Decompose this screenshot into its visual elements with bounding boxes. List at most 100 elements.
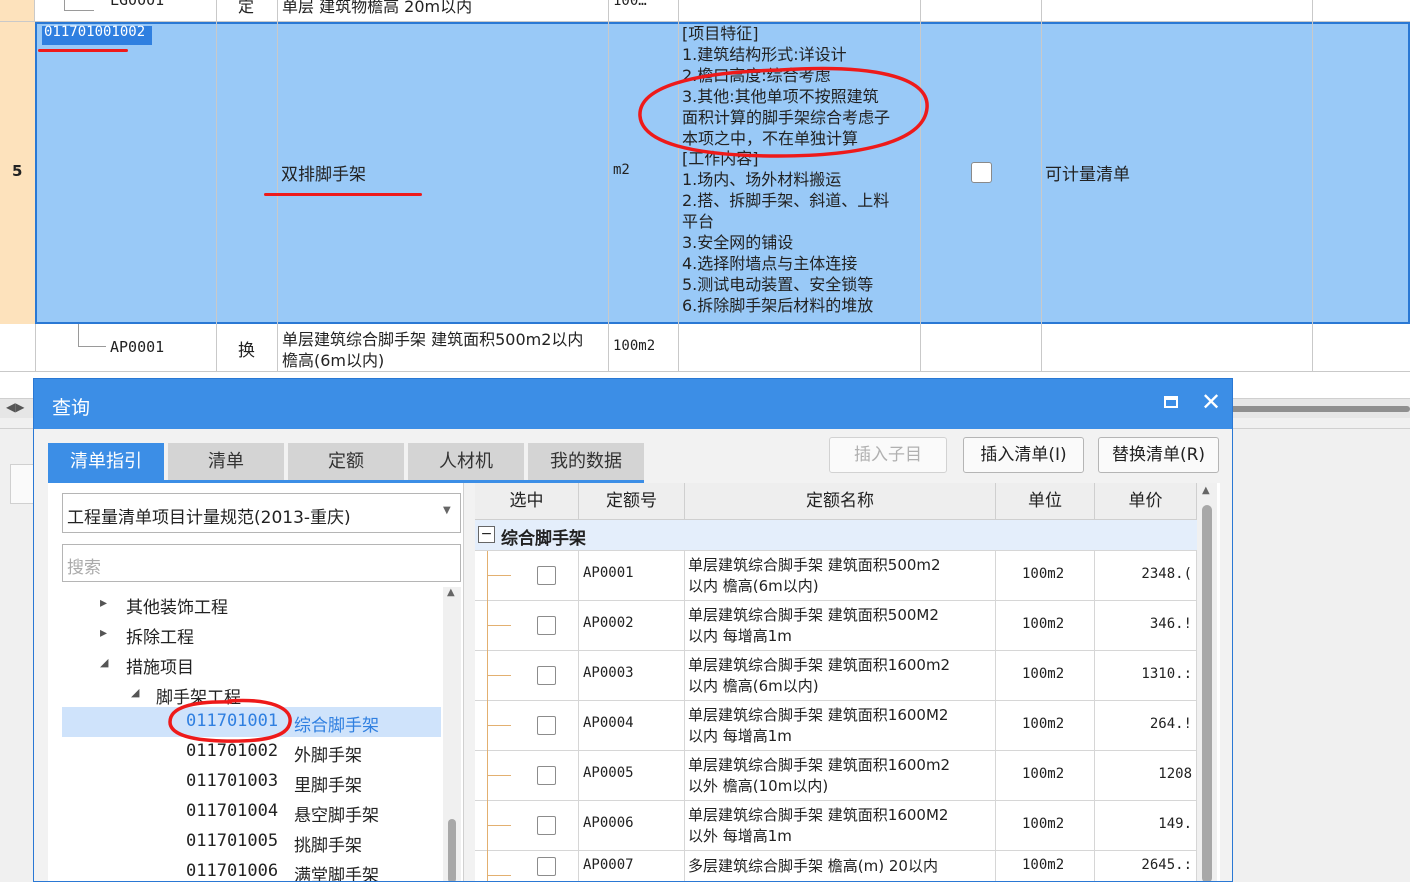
row-name-line1: 单层建筑综合脚手架 建筑面积1600M2 — [688, 806, 949, 824]
row-checkbox[interactable] — [537, 857, 556, 876]
tree-item-other-decoration[interactable]: 其他装饰工程 — [126, 593, 228, 618]
row-checkbox[interactable] — [537, 716, 556, 735]
annotation-underline-code — [38, 49, 128, 52]
tree-leaf-name[interactable]: 里脚手架 — [294, 771, 362, 796]
left-panel: 工程量清单项目计量规范(2013-重庆) ▼ 搜索 ▸ 其他装饰工程 ▸ 拆除工… — [48, 483, 464, 881]
dialog-titlebar[interactable]: 查询 ✕ — [34, 379, 1232, 429]
row-unit: 100m2 — [1022, 766, 1065, 782]
row-price: 2348.( — [1141, 566, 1192, 582]
table-row[interactable]: AP0002 单层建筑综合脚手架 建筑面积500M2 以内 每增高1m 100m2… — [475, 601, 1197, 651]
selected-row-name[interactable]: 双排脚手架 — [281, 160, 366, 185]
search-input[interactable]: 搜索 — [62, 544, 461, 582]
row-checkbox[interactable] — [537, 666, 556, 685]
spreadsheet-area: LG0001 定 单层 建筑物檐高 20m以内 100… 5 011701001… — [0, 0, 1410, 372]
row-checkbox[interactable] — [537, 816, 556, 835]
column-header-name[interactable]: 定额名称 — [685, 483, 996, 520]
table-row[interactable]: AP0001 单层建筑综合脚手架 建筑面积500m2 以内 檐高(6m以内) 10… — [475, 551, 1197, 601]
tab-quota[interactable]: 定额 — [288, 443, 404, 481]
measurable-checkbox[interactable] — [971, 162, 992, 183]
table-row[interactable]: AP0005 单层建筑综合脚手架 建筑面积1600m2 以外 檐高(10m以内) … — [475, 751, 1197, 801]
row-name-line2: 以内 每增高1m — [688, 627, 792, 645]
row-unit: 100m2 — [1022, 566, 1065, 582]
tree-scrollbar-thumb[interactable] — [448, 819, 456, 881]
column-header-unit[interactable]: 单位 — [996, 483, 1095, 520]
feature-line: [项目特征] — [682, 24, 759, 43]
row-name-line1: 单层建筑综合脚手架 建筑面积500M2 — [688, 606, 939, 624]
search-placeholder: 搜索 — [67, 558, 101, 578]
prev-row-code: LG0001 — [110, 0, 165, 9]
tree-leaf-name[interactable]: 外脚手架 — [294, 741, 362, 766]
selected-row-code[interactable]: 011701001002 — [44, 24, 145, 40]
row-checkbox[interactable] — [537, 766, 556, 785]
table-scrollbar[interactable]: ▲ — [1197, 483, 1217, 881]
row-unit: 100m2 — [1022, 857, 1065, 873]
feature-line: 2.搭、拆脚手架、斜道、上料 — [682, 191, 890, 211]
table-row[interactable]: AP0003 单层建筑综合脚手架 建筑面积1600m2 以内 檐高(6m以内) 1… — [475, 651, 1197, 701]
selected-row-unit[interactable]: m2 — [613, 162, 630, 178]
tree-scrollbar[interactable]: ▲ — [443, 587, 461, 881]
tree-connector — [78, 346, 106, 347]
row-price: 149. — [1158, 816, 1192, 832]
row-name-line1: 单层建筑综合脚手架 建筑面积500m2 — [688, 556, 941, 574]
prev-row-unit: 100… — [613, 0, 647, 9]
row-price: 264.! — [1149, 716, 1192, 732]
row-checkbox[interactable] — [537, 566, 556, 585]
group-label: 综合脚手架 — [501, 529, 586, 549]
column-header-price[interactable]: 单价 — [1095, 483, 1197, 520]
column-header-code[interactable]: 定额号 — [579, 483, 685, 520]
replace-list-button[interactable]: 替换清单(R) — [1098, 437, 1219, 473]
tree-arrow-icon[interactable]: ◢ — [100, 656, 108, 669]
scroll-left-icon[interactable]: ◀▶ — [6, 400, 24, 414]
tree-connector — [64, 0, 65, 10]
scroll-up-icon[interactable]: ▲ — [1202, 485, 1210, 496]
table-row-prev[interactable]: LG0001 定 单层 建筑物檐高 20m以内 100… — [0, 0, 1410, 22]
selected-row-category[interactable]: 可计量清单 — [1045, 160, 1130, 185]
dialog-title: 查询 — [52, 397, 91, 419]
tab-materials[interactable]: 人材机 — [408, 443, 524, 481]
column-header-select[interactable]: 选中 — [475, 483, 579, 520]
tree-leaf-code[interactable]: 011701005 — [186, 831, 278, 851]
tree-leaf-code[interactable]: 011701003 — [186, 771, 278, 791]
table-row[interactable]: AP0004 单层建筑综合脚手架 建筑面积1600M2 以内 每增高1m 100m… — [475, 701, 1197, 751]
feature-line: 3.安全网的铺设 — [682, 233, 794, 253]
annotation-circle-features — [638, 66, 929, 158]
table-row-child[interactable]: AP0001 换 单层建筑综合脚手架 建筑面积500m2以内 檐高(6m以内) … — [0, 324, 1410, 372]
tree-leaf-name[interactable]: 挑脚手架 — [294, 831, 362, 856]
tree-leaf-code[interactable]: 011701006 — [186, 861, 278, 881]
tree-item-measures[interactable]: 措施项目 — [126, 653, 194, 678]
collapse-toggle-icon[interactable]: − — [478, 526, 495, 543]
tree-arrow-icon[interactable]: ◢ — [131, 686, 139, 699]
maximize-icon[interactable] — [1164, 396, 1178, 408]
tree-leaf-name[interactable]: 综合脚手架 — [294, 711, 379, 736]
table-scrollbar-thumb[interactable] — [1202, 505, 1212, 881]
group-row[interactable]: − 综合脚手架 — [475, 520, 1197, 551]
spec-select[interactable]: 工程量清单项目计量规范(2013-重庆) ▼ — [62, 493, 461, 533]
tab-list-guide[interactable]: 清单指引 — [48, 443, 164, 481]
row-code: AP0004 — [583, 715, 634, 731]
tree-arrow-icon[interactable]: ▸ — [100, 625, 107, 641]
column-divider — [277, 0, 278, 372]
insert-child-button[interactable]: 插入子目 — [829, 437, 947, 473]
tree-item-demolition[interactable]: 拆除工程 — [126, 623, 194, 648]
close-icon[interactable]: ✕ — [1201, 388, 1221, 416]
row-code: AP0002 — [583, 615, 634, 631]
tab-my-data[interactable]: 我的数据 — [528, 443, 644, 481]
tree-leaf-name[interactable]: 悬空脚手架 — [294, 801, 379, 826]
column-divider — [1312, 0, 1313, 372]
tree-leaf-name[interactable]: 满堂脚手架 — [294, 861, 379, 881]
feature-line: 1.场内、场外材料搬运 — [682, 170, 842, 190]
table-row[interactable]: AP0007 多层建筑综合脚手架 檐高(m) 20以内 100m2 2645.: — [475, 851, 1197, 881]
row-checkbox[interactable] — [537, 616, 556, 635]
scroll-up-icon[interactable]: ▲ — [447, 587, 455, 598]
table-row[interactable]: AP0006 单层建筑综合脚手架 建筑面积1600M2 以外 每增高1m 100m… — [475, 801, 1197, 851]
tab-list[interactable]: 清单 — [168, 443, 284, 481]
chevron-down-icon: ▼ — [443, 505, 451, 516]
row-header-5[interactable]: 5 — [0, 22, 36, 324]
tree-leaf-code[interactable]: 011701004 — [186, 801, 278, 821]
insert-list-button[interactable]: 插入清单(I) — [963, 437, 1084, 473]
prev-row-type: 定 — [238, 0, 255, 16]
child-row-unit: 100m2 — [613, 338, 656, 354]
column-divider — [678, 0, 679, 372]
tree-arrow-icon[interactable]: ▸ — [100, 595, 107, 611]
row-name-line2: 以内 檐高(6m以内) — [688, 677, 819, 695]
